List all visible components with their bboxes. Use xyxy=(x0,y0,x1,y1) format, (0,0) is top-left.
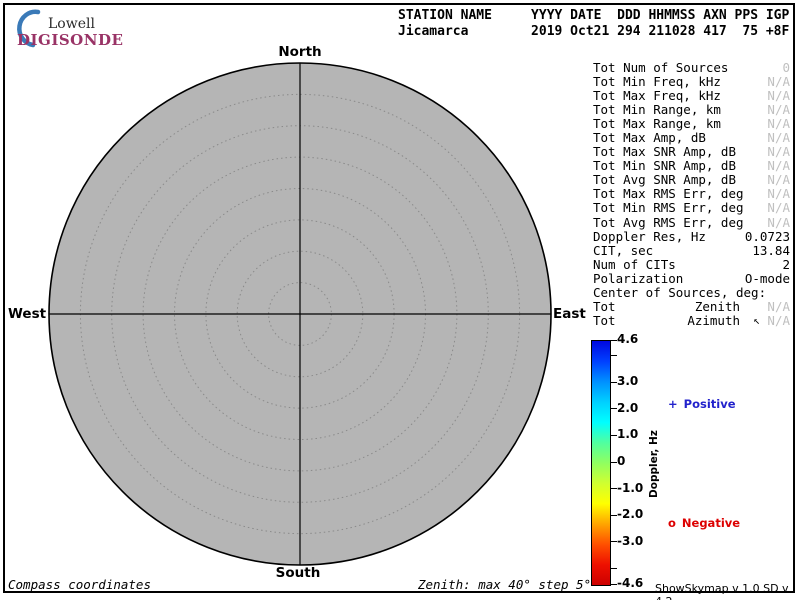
colorbar-axis-label: Doppler, Hz xyxy=(648,430,660,498)
stats-value: N/A xyxy=(767,216,790,230)
legend-negative: o Negative xyxy=(668,516,740,530)
stats-row: Tot Min SNR Amp, dB N/A xyxy=(593,159,790,173)
stats-label: Tot Min RMS Err, deg xyxy=(593,201,744,215)
doppler-colorbar xyxy=(591,340,611,586)
stats-label: Doppler Res, Hz xyxy=(593,230,706,244)
colorbar-tick-label: 0 xyxy=(617,454,625,468)
stats-row: Tot Max RMS Err, deg N/A xyxy=(593,187,790,201)
header-column-labels: STATION NAME YYYY DATE DDD HHMMSS AXN PP… xyxy=(398,8,789,23)
colorbar-tick xyxy=(611,568,617,569)
stats-label: Tot Max RMS Err, deg xyxy=(593,187,744,201)
stats-row: Doppler Res, Hz 0.0723 xyxy=(593,230,790,244)
stats-label: Tot Max Amp, dB xyxy=(593,131,706,145)
stats-label: Tot Min Range, km xyxy=(593,103,721,117)
stats-row: Center of Sources, deg: xyxy=(593,286,790,300)
stats-row: Tot Max Freq, kHz N/A xyxy=(593,89,790,103)
stats-value: N/A xyxy=(767,300,790,314)
stats-row: CIT, sec 13.84 xyxy=(593,244,790,258)
colorbar-tick-label: 4.6 xyxy=(617,332,638,346)
compass-label-north: North xyxy=(270,44,330,60)
stats-row: Tot Min RMS Err, deg N/A xyxy=(593,201,790,215)
legend-positive-label: Positive xyxy=(684,397,736,411)
digisonde-logo: Lowell DIGISONDE xyxy=(8,8,138,48)
stats-label: Tot Avg RMS Err, deg xyxy=(593,216,744,230)
stats-row: Tot Avg RMS Err, deg N/A xyxy=(593,216,790,230)
stats-label: CIT, sec xyxy=(593,244,653,258)
mouse-cursor-icon: ↖ xyxy=(753,314,760,328)
stats-value: N/A xyxy=(767,187,790,201)
colorbar-tick-label: -4.6 xyxy=(617,576,643,590)
logo-digisonde-text: DIGISONDE xyxy=(17,31,123,49)
stats-label: Num of CITs xyxy=(593,258,676,272)
stats-row: Tot Max Amp, dB N/A xyxy=(593,131,790,145)
colorbar-tick-label: 3.0 xyxy=(617,374,638,388)
logo-lowell-text: Lowell xyxy=(48,16,95,32)
stats-row: Tot Max SNR Amp, dB N/A xyxy=(593,145,790,159)
colorbar-tick-label: 2.0 xyxy=(617,401,638,415)
stats-mid-label: Zenith xyxy=(695,300,740,314)
stats-row: Tot Zenith N/A xyxy=(593,300,790,314)
stats-row: Tot Max Range, km N/A xyxy=(593,117,790,131)
circle-icon: o xyxy=(668,516,676,530)
stats-row: Polarization O-mode xyxy=(593,272,790,286)
stats-label: Center of Sources, deg: xyxy=(593,286,766,300)
stats-value: 13.84 xyxy=(752,244,790,258)
colorbar-tick-label: -3.0 xyxy=(617,534,643,548)
stats-label: Tot xyxy=(593,314,616,328)
stats-value: O-mode xyxy=(745,272,790,286)
plus-icon: + xyxy=(668,397,678,411)
stats-row: Tot Avg SNR Amp, dB N/A xyxy=(593,173,790,187)
stats-value: N/A xyxy=(767,131,790,145)
stats-mid-label: Azimuth xyxy=(687,314,740,328)
stats-row: Tot Azimuth ↖ N/A xyxy=(593,314,790,328)
stats-label: Tot xyxy=(593,300,616,314)
stats-table: Tot Num of Sources0Tot Min Freq, kHzN/AT… xyxy=(593,61,790,328)
stats-label: Tot Max SNR Amp, dB xyxy=(593,145,736,159)
colorbar-tick-label: -2.0 xyxy=(617,507,643,521)
legend-positive: + Positive xyxy=(668,397,736,411)
stats-row: Tot Min Range, km N/A xyxy=(593,103,790,117)
footer-zenith-note: Zenith: max 40° step 5° xyxy=(418,577,591,592)
stats-value: N/A xyxy=(767,103,790,117)
stats-value: 0 xyxy=(782,61,790,75)
legend-negative-label: Negative xyxy=(682,516,740,530)
compass-label-south: South xyxy=(268,565,328,581)
stats-value: N/A xyxy=(767,314,790,328)
colorbar-tick-label: 1.0 xyxy=(617,427,638,441)
stats-label: Polarization xyxy=(593,272,683,286)
compass-label-west: West xyxy=(8,306,45,322)
footer-coordinates-note: Compass coordinates xyxy=(8,577,151,592)
stats-label: Tot Num of Sources xyxy=(593,61,728,75)
stats-value: N/A xyxy=(767,75,790,89)
colorbar-tick xyxy=(611,355,617,356)
stats-value: N/A xyxy=(767,201,790,215)
stats-row: Tot Min Freq, kHz N/A xyxy=(593,75,790,89)
stats-value: 0.0723 xyxy=(745,230,790,244)
colorbar-tick-label: -1.0 xyxy=(617,481,643,495)
stats-label: Tot Min Freq, kHz xyxy=(593,75,721,89)
stats-label: Tot Max Freq, kHz xyxy=(593,89,721,103)
footer-version-info: ShowSkymap v 1.0 SD v 4.2 xyxy=(655,582,800,600)
stats-value: N/A xyxy=(767,173,790,187)
stats-label: Tot Max Range, km xyxy=(593,117,721,131)
header-station-values: Jicamarca 2019 Oct21 294 211028 417 75 +… xyxy=(398,24,789,39)
stats-row: Num of CITs 2 xyxy=(593,258,790,272)
stats-label: Tot Min SNR Amp, dB xyxy=(593,159,736,173)
compass-label-east: East xyxy=(553,306,593,322)
stats-row: Tot Num of Sources 0 xyxy=(593,61,790,75)
stats-value: N/A xyxy=(767,159,790,173)
stats-value: N/A xyxy=(767,89,790,103)
showskymap-window: Lowell DIGISONDE STATION NAME YYYY DATE … xyxy=(0,0,800,600)
stats-value: N/A xyxy=(767,145,790,159)
stats-value: 2 xyxy=(782,258,790,272)
stats-label: Tot Avg SNR Amp, dB xyxy=(593,173,736,187)
stats-value: N/A xyxy=(767,117,790,131)
